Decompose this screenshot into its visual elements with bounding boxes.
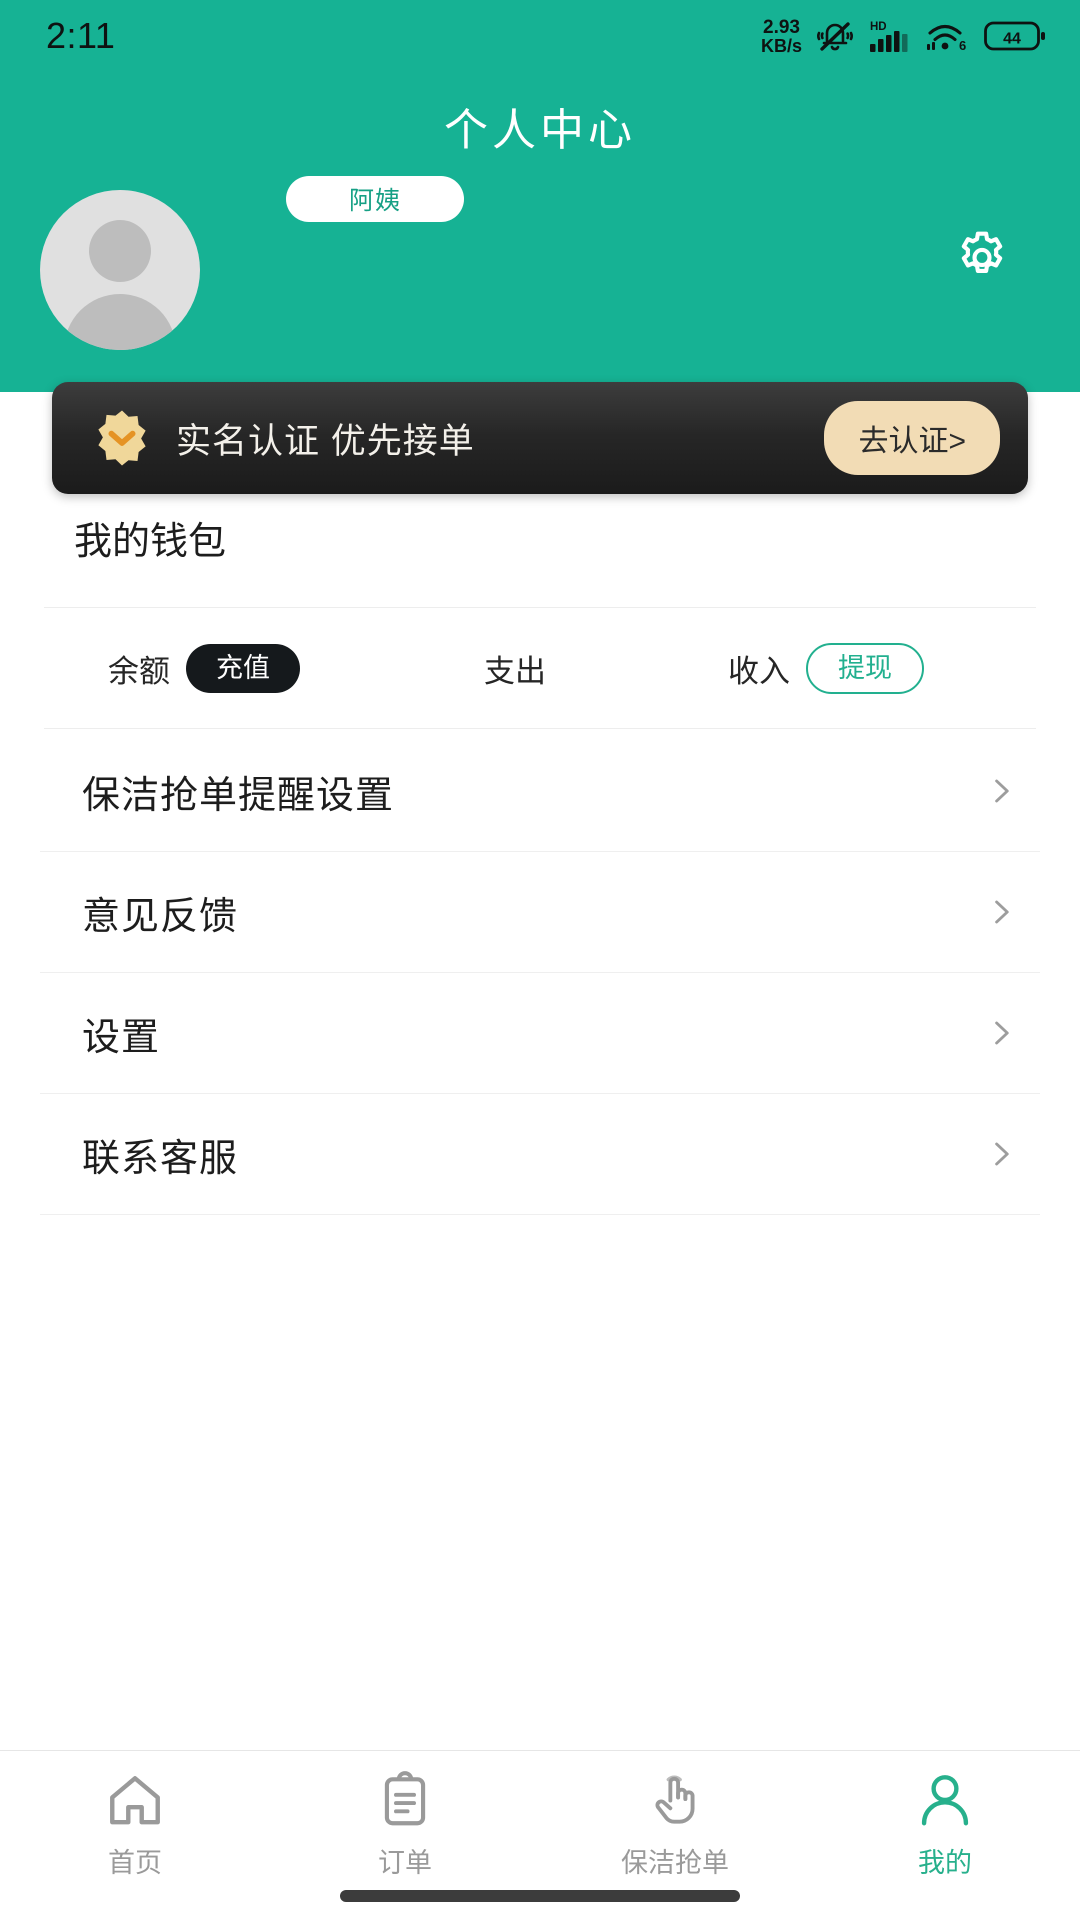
- wallet-cell-expense: 支出: [484, 646, 546, 691]
- tap-hand-icon: [655, 1775, 695, 1824]
- chevron-right-icon: [995, 900, 1009, 924]
- header: 2:11 2.93 KB/s HD 6 44 个人中心 阿姨: [0, 0, 1080, 392]
- role-badge-label: 阿姨: [348, 187, 401, 215]
- home-indicator: [340, 1890, 740, 1902]
- network-speed-unit: KB/s: [760, 35, 802, 56]
- withdraw-button[interactable]: 提现: [806, 642, 924, 694]
- network-speed-value: 2.93: [763, 16, 800, 38]
- menu-item-cleaning-order-reminder[interactable]: 保洁抢单提醒设置: [0, 731, 1080, 851]
- home-icon: [110, 1776, 160, 1825]
- content-filler: [0, 1215, 1080, 1750]
- menu-item-contact-support[interactable]: 联系客服: [0, 1094, 1080, 1214]
- menu-item-label: 联系客服: [82, 1137, 239, 1180]
- tab-grab-order[interactable]: 保洁抢单: [540, 1769, 810, 1880]
- verify-banner[interactable]: 实名认证 优先接单 去认证>: [52, 382, 1028, 494]
- chevron-right-icon: [995, 779, 1009, 803]
- chevron-right-icon: [995, 1021, 1009, 1045]
- settings-button[interactable]: [946, 222, 1018, 294]
- wallet-row: 余额 充值 支出 收入 提现: [0, 608, 1080, 728]
- gear-icon: [961, 231, 1003, 273]
- menu-item-settings[interactable]: 设置: [0, 973, 1080, 1093]
- wallet-title: 我的钱包: [74, 521, 227, 563]
- recharge-button[interactable]: 充值: [186, 643, 300, 693]
- verify-banner-wrap: 实名认证 优先接单 去认证>: [52, 382, 1028, 494]
- tab-label: 我的: [918, 1848, 972, 1878]
- hd-signal-icon: HD: [870, 21, 908, 52]
- network-speed-indicator: 2.93 KB/s: [761, 18, 802, 55]
- go-verify-button[interactable]: 去认证>: [824, 401, 1000, 475]
- person-icon: [921, 1775, 969, 1826]
- balance-label: 余额: [108, 653, 170, 689]
- wallet-cell-income: 收入 提现: [728, 642, 924, 694]
- clipboard-icon: [384, 1771, 426, 1826]
- bell-muted-icon: [817, 22, 853, 51]
- menu-list: 保洁抢单提醒设置 意见反馈 设置 联系客服: [0, 731, 1080, 1215]
- menu-item-label: 意见反馈: [82, 895, 239, 938]
- wallet-divider-bottom: [44, 728, 1036, 729]
- wifi6-icon: 6: [927, 24, 966, 53]
- page-title: 个人中心: [444, 106, 636, 155]
- tab-label: 订单: [378, 1848, 432, 1878]
- verified-badge-icon: [98, 410, 146, 466]
- tab-profile[interactable]: 我的: [810, 1769, 1080, 1880]
- menu-item-label: 设置: [82, 1016, 161, 1059]
- status-bar: 2:11 2.93 KB/s HD 6 44: [0, 0, 1080, 72]
- battery-level-text: 44: [1003, 31, 1021, 48]
- verify-banner-text: 实名认证 优先接单: [176, 421, 475, 461]
- svg-text:6: 6: [959, 38, 966, 53]
- menu-item-label: 保洁抢单提醒设置: [82, 774, 395, 817]
- profile-row: 阿姨: [0, 176, 1080, 350]
- role-badge[interactable]: 阿姨: [286, 176, 464, 222]
- svg-text:HD: HD: [870, 21, 887, 33]
- app-screen: 2:11 2.93 KB/s HD 6 44 个人中心 阿姨 实名认证 优先接单…: [0, 0, 1080, 1920]
- content: 我的钱包 余额 充值 支出 收入 提现 保洁抢单提醒设置 意见反馈 设置 联系客…: [0, 392, 1080, 1750]
- avatar-head: [89, 220, 151, 282]
- expense-label: 支出: [484, 653, 546, 689]
- income-label: 收入: [728, 653, 790, 689]
- tab-home[interactable]: 首页: [0, 1769, 270, 1880]
- wallet-cell-balance: 余额 充值: [108, 643, 300, 693]
- tab-label: 首页: [108, 1848, 162, 1878]
- avatar[interactable]: [40, 190, 200, 350]
- tab-orders[interactable]: 订单: [270, 1769, 540, 1880]
- battery-icon: 44: [984, 21, 1045, 51]
- menu-item-feedback[interactable]: 意见反馈: [0, 852, 1080, 972]
- chevron-right-icon: [995, 1142, 1009, 1166]
- status-clock: 2:11: [46, 15, 116, 56]
- avatar-body: [64, 294, 176, 350]
- tab-label: 保洁抢单: [621, 1848, 729, 1878]
- status-icons: 2.93 KB/s HD 6 44: [761, 18, 1046, 55]
